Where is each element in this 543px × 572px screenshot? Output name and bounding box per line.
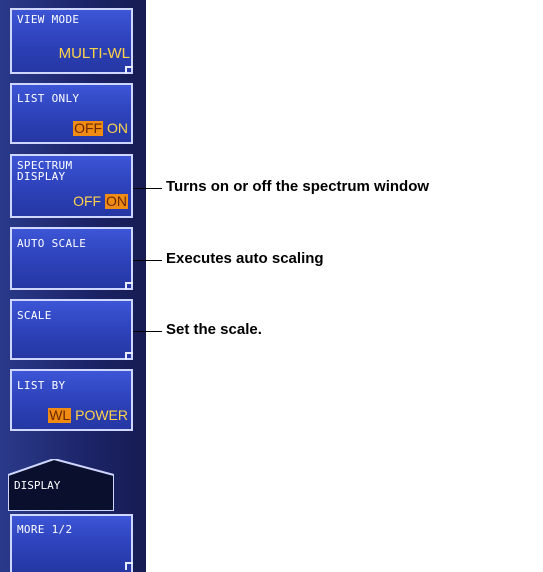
list-only-off-selected: OFF [73,120,104,136]
list-by-caption: LIST BY [17,379,66,392]
callout-line-scale [133,331,162,332]
list-by-wl-selected: WL [48,407,72,423]
list-by-softkey[interactable]: LIST BY WL POWER [10,369,133,431]
corner-mark [125,562,133,570]
callout-scale: Set the scale. [166,321,262,338]
callout-line-spectrum [133,188,162,189]
corner-mark [125,66,133,74]
display-tab-label: DISPLAY [14,479,61,492]
spectrum-display-on-selected: ON [105,193,128,209]
list-by-options: WL POWER [48,407,128,423]
callout-auto-scale: Executes auto scaling [166,250,324,267]
spectrum-display-caption: SPECTRUM DISPLAY [17,159,73,183]
view-mode-value: MULTI-WL [58,45,130,62]
scale-softkey[interactable]: SCALE [10,299,133,360]
list-by-power-option: POWER [75,407,128,423]
auto-scale-caption: AUTO SCALE [17,237,87,250]
softkey-panel: VIEW MODE MULTI-WL LIST ONLY OFF ON SPEC… [0,0,146,572]
list-only-on-option: ON [107,120,128,136]
callout-spectrum: Turns on or off the spectrum window [166,178,430,195]
list-only-options: OFF ON [73,120,128,136]
spectrum-display-off-option: OFF [73,193,102,209]
list-only-caption: LIST ONLY [17,92,80,105]
more-caption: MORE 1/2 [17,523,73,536]
scale-caption: SCALE [17,309,52,322]
more-softkey[interactable]: MORE 1/2 [10,514,133,572]
corner-mark [125,352,133,360]
auto-scale-softkey[interactable]: AUTO SCALE [10,227,133,290]
list-only-softkey[interactable]: LIST ONLY OFF ON [10,83,133,144]
view-mode-softkey[interactable]: VIEW MODE MULTI-WL [10,8,133,74]
spectrum-display-options: OFF ON [73,193,128,209]
view-mode-caption: VIEW MODE [17,13,80,26]
corner-mark [125,282,133,290]
callout-line-auto-scale [133,260,162,261]
spectrum-display-softkey[interactable]: SPECTRUM DISPLAY OFF ON [10,154,133,218]
